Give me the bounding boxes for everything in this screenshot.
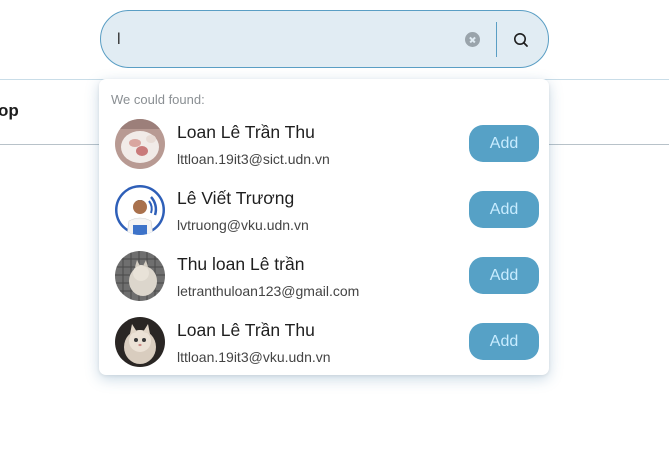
add-button[interactable]: Add: [469, 125, 539, 162]
add-button[interactable]: Add: [469, 191, 539, 228]
cat-avatar: [115, 119, 165, 169]
result-item[interactable]: Lê Viết Trương lvtruong@vku.udn.vn Add: [99, 185, 549, 249]
result-email: letranthuloan123@gmail.com: [177, 283, 360, 299]
result-email: lttloan.19it3@sict.udn.vn: [177, 151, 330, 167]
header-partial-label: op: [0, 101, 19, 120]
search-results-dropdown: We could found: Loan Lê Trần Thu lttloan…: [99, 79, 549, 375]
result-email: lttloan.19it3@vku.udn.vn: [177, 349, 331, 365]
cat-avatar: [115, 317, 165, 367]
search-divider: [496, 22, 497, 57]
add-button[interactable]: Add: [469, 323, 539, 360]
search-box: [100, 10, 549, 68]
man-avatar: [115, 185, 165, 235]
result-name: Lê Viết Trương: [177, 188, 295, 208]
result-name: Loan Lê Trần Thu: [177, 320, 315, 340]
result-item[interactable]: Loan Lê Trần Thu lttloan.19it3@vku.udn.v…: [99, 317, 549, 381]
search-input[interactable]: [117, 29, 457, 51]
result-name: Thu loan Lê trần: [177, 254, 305, 274]
result-name: Loan Lê Trần Thu: [177, 122, 315, 142]
page: op We could found:: [0, 0, 669, 470]
results-heading: We could found:: [111, 92, 205, 107]
result-item[interactable]: Loan Lê Trần Thu lttloan.19it3@sict.udn.…: [99, 119, 549, 183]
result-item[interactable]: Thu loan Lê trần letranthuloan123@gmail.…: [99, 251, 549, 315]
add-button[interactable]: Add: [469, 257, 539, 294]
search-icon[interactable]: [510, 29, 532, 51]
clear-icon[interactable]: [465, 32, 480, 47]
result-email: lvtruong@vku.udn.vn: [177, 217, 309, 233]
cat-avatar: [115, 251, 165, 301]
